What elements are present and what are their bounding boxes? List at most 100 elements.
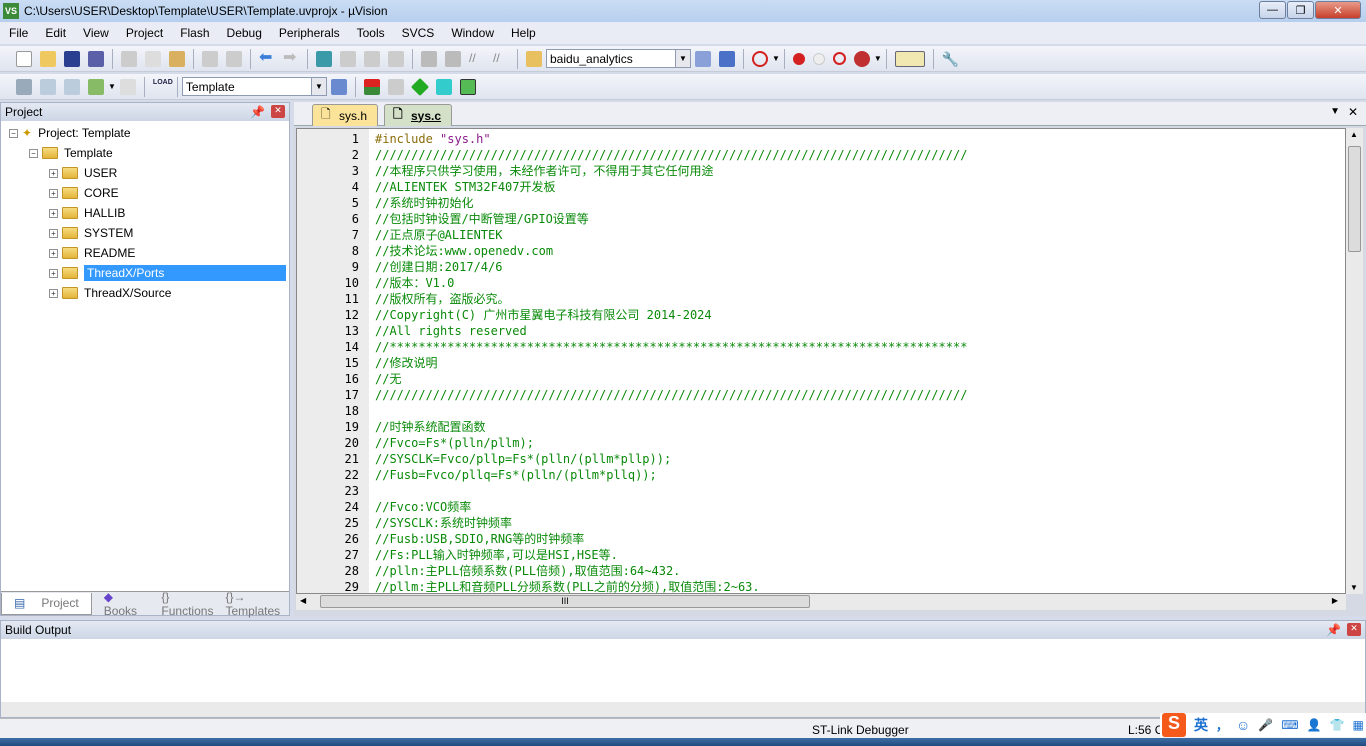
scroll-up-icon[interactable]: ▲	[1350, 130, 1358, 139]
menu-debug[interactable]: Debug	[218, 26, 270, 40]
redo-icon[interactable]	[226, 50, 242, 67]
new-file-icon[interactable]	[16, 50, 32, 67]
microphone-icon[interactable]: 🎤	[1258, 718, 1273, 732]
tree-group-user[interactable]: + USER	[49, 164, 117, 182]
tree-group-hallib[interactable]: + HALLIB	[49, 204, 125, 222]
uncomment-icon[interactable]: //	[493, 51, 509, 67]
save-icon[interactable]	[64, 50, 80, 67]
close-tab-icon[interactable]: ✕	[1348, 105, 1358, 119]
paste-icon[interactable]	[169, 50, 185, 67]
manage-project-items-icon[interactable]	[363, 78, 380, 95]
menu-edit[interactable]: Edit	[36, 26, 74, 40]
close-panel-icon[interactable]: ✕	[271, 105, 285, 118]
tab-templates[interactable]: {}→ Templates	[219, 590, 289, 618]
tree-group-core[interactable]: + CORE	[49, 184, 119, 202]
horizontal-scrollbar[interactable]: ◀ III ▶	[296, 594, 1346, 610]
find-in-files-icon[interactable]	[526, 50, 542, 67]
copy-icon[interactable]	[145, 50, 161, 67]
open-folder-icon[interactable]	[40, 50, 56, 67]
tab-list-dropdown-icon[interactable]: ▼	[1330, 106, 1340, 117]
manage-runtime-icon[interactable]	[410, 77, 429, 96]
kill-breakpoints-icon[interactable]	[853, 50, 870, 67]
incremental-find-icon[interactable]	[719, 50, 735, 67]
close-panel-icon[interactable]: ✕	[1347, 623, 1361, 636]
tree-group-readme[interactable]: + README	[49, 244, 135, 262]
tree-target[interactable]: − Template	[29, 144, 113, 162]
prev-bookmark-icon[interactable]	[340, 50, 356, 67]
wrench-icon[interactable]: 🔧	[942, 51, 959, 67]
chevron-down-icon[interactable]: ▼	[310, 78, 326, 95]
toolbox-grid-icon[interactable]: ▦	[1353, 718, 1364, 732]
vertical-scrollbar[interactable]: ▲ ▼	[1346, 128, 1363, 594]
bookmark-icon[interactable]	[316, 50, 332, 67]
skin-shirt-icon[interactable]: 👕	[1330, 718, 1345, 732]
sogou-logo-icon[interactable]: S	[1162, 713, 1186, 737]
scroll-right-icon[interactable]: ▶	[1332, 596, 1338, 605]
menu-help[interactable]: Help	[502, 26, 544, 40]
pin-icon[interactable]: 📌	[250, 105, 265, 119]
tree-group-system[interactable]: + SYSTEM	[49, 224, 133, 242]
clear-bookmarks-icon[interactable]	[388, 50, 404, 67]
options-for-target-icon[interactable]	[330, 78, 347, 95]
group-label: SYSTEM	[84, 226, 134, 240]
maximize-button[interactable]: ❐	[1287, 1, 1314, 19]
insert-breakpoint-icon[interactable]	[792, 52, 805, 65]
close-button[interactable]: ✕	[1315, 1, 1361, 19]
keyboard-icon[interactable]: ⌨	[1281, 718, 1298, 732]
horizontal-scroll-thumb[interactable]: III	[320, 595, 810, 608]
disable-breakpoints-icon[interactable]	[832, 52, 846, 65]
minimize-button[interactable]: —	[1259, 1, 1286, 19]
ime-mode[interactable]: 英	[1194, 715, 1208, 735]
tree-group-threadx-ports[interactable]: + ThreadX/Ports	[49, 264, 286, 282]
find-combo[interactable]: baidu_analytics ▼	[546, 49, 691, 68]
tab-project[interactable]: ▤ Project	[1, 592, 92, 615]
target-combo[interactable]: Template ▼	[181, 77, 327, 96]
menu-file[interactable]: File	[0, 26, 36, 40]
build-icon[interactable]	[40, 78, 56, 95]
enable-breakpoint-icon[interactable]	[812, 52, 825, 65]
user-icon[interactable]: 👤	[1307, 718, 1322, 732]
tab-functions[interactable]: {} Functions	[155, 590, 219, 618]
code-line: //包括时钟设置/中断管理/GPIO设置等	[375, 212, 589, 226]
menu-tools[interactable]: Tools	[348, 26, 393, 40]
ime-punct[interactable]: ，	[1216, 717, 1228, 734]
window-layout-icon[interactable]	[894, 50, 925, 67]
pack-installer-icon[interactable]	[435, 78, 452, 95]
indent-icon[interactable]	[421, 50, 437, 67]
cut-icon[interactable]	[121, 50, 137, 67]
menu-project[interactable]: Project	[117, 26, 171, 40]
scroll-left-icon[interactable]: ◀	[300, 596, 306, 605]
pin-icon[interactable]: 📌	[1326, 623, 1341, 637]
menu-peripherals[interactable]: Peripherals	[270, 26, 348, 40]
scroll-down-icon[interactable]: ▼	[1350, 583, 1358, 592]
translate-icon[interactable]	[16, 78, 32, 95]
debug-session-icon[interactable]	[752, 50, 768, 67]
back-arrow-icon[interactable]: ⬅	[259, 49, 275, 67]
select-packs-icon[interactable]	[387, 78, 404, 95]
tree-group-threadx-source[interactable]: + ThreadX/Source	[49, 284, 171, 302]
menu-window[interactable]: Window	[442, 26, 502, 40]
comment-icon[interactable]: //	[469, 51, 485, 67]
save-all-icon[interactable]	[88, 50, 104, 67]
stop-build-icon[interactable]	[119, 78, 136, 95]
batch-build-icon[interactable]	[88, 78, 104, 95]
menu-flash[interactable]: Flash	[171, 26, 217, 40]
component-icon[interactable]	[459, 78, 476, 95]
next-bookmark-icon[interactable]	[364, 50, 380, 67]
forward-arrow-icon[interactable]: ➡	[283, 49, 299, 67]
vertical-scroll-thumb[interactable]	[1348, 146, 1361, 252]
unindent-icon[interactable]	[445, 50, 461, 67]
find-icon[interactable]	[695, 50, 711, 67]
tab-sys-c[interactable]: 🗋 sys.c	[384, 104, 453, 126]
undo-icon[interactable]	[202, 50, 218, 67]
menu-view[interactable]: View	[74, 26, 117, 40]
tab-books[interactable]: ◆ Books	[92, 590, 156, 618]
menu-svcs[interactable]: SVCS	[393, 26, 443, 40]
code-area[interactable]: 1 2 3 4 5 6 7 8 9 10 11 12 13 14 15 16 17 18 19 20 21 22 23 24 2…	[296, 128, 1346, 594]
chevron-down-icon[interactable]: ▼	[675, 50, 690, 67]
tree-root[interactable]: − ✦ Project: Template	[9, 124, 131, 142]
tab-sys-h[interactable]: 🗋 sys.h	[312, 104, 379, 126]
rebuild-icon[interactable]	[64, 78, 80, 95]
emoji-icon[interactable]: ☺	[1236, 717, 1250, 733]
load-icon[interactable]: LOAD	[153, 79, 173, 95]
